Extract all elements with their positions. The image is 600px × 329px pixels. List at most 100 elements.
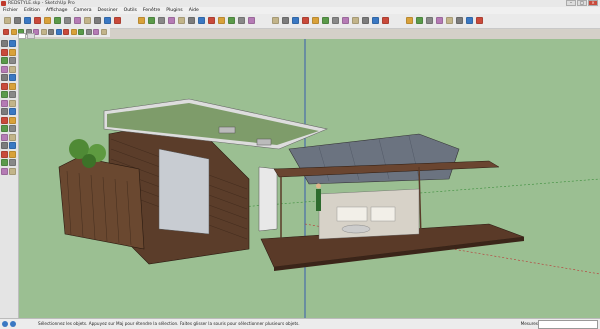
shadow-icon[interactable] — [406, 17, 413, 24]
textured-icon[interactable] — [372, 17, 379, 24]
back-view-icon[interactable] — [312, 17, 319, 24]
text-icon[interactable] — [168, 17, 175, 24]
minimize-button[interactable]: – — [566, 0, 576, 6]
lookaround-icon[interactable] — [78, 29, 84, 35]
sandbox-icon[interactable] — [426, 17, 433, 24]
pan-icon[interactable] — [208, 17, 215, 24]
menu-item-7[interactable]: Plugins — [163, 7, 185, 14]
model-viewport[interactable] — [19, 39, 600, 318]
menu-item-1[interactable]: Edition — [21, 7, 43, 14]
walk-icon[interactable] — [70, 29, 77, 35]
xray-icon[interactable] — [332, 17, 339, 24]
axes-icon[interactable] — [1, 125, 8, 132]
zoom-window-icon[interactable] — [228, 17, 235, 24]
offset-icon[interactable] — [9, 99, 16, 107]
dimension-icon[interactable] — [9, 108, 16, 115]
menu-item-3[interactable]: Camera — [71, 7, 95, 14]
menu-item-4[interactable]: Dessiner — [95, 7, 121, 14]
paint-icon[interactable] — [1, 48, 8, 56]
select-icon[interactable] — [1, 40, 8, 47]
right-view-icon[interactable] — [302, 17, 309, 24]
paint-icon[interactable] — [24, 17, 31, 24]
section-icon[interactable] — [188, 17, 195, 24]
protractor-icon[interactable] — [158, 17, 165, 24]
sun-icon[interactable] — [93, 29, 99, 35]
warehouse-icon[interactable] — [446, 17, 453, 24]
axes-icon[interactable] — [178, 17, 185, 24]
left-view-icon[interactable] — [322, 17, 329, 24]
iso-view-icon[interactable] — [272, 17, 279, 24]
menu-item-0[interactable]: Fichier — [0, 7, 21, 14]
close-button[interactable]: × — [588, 0, 598, 6]
maximize-button[interactable]: □ — [577, 0, 587, 6]
menu-item-8[interactable]: Aide — [186, 7, 202, 14]
position-icon[interactable] — [85, 29, 92, 35]
followme-icon[interactable] — [114, 17, 121, 24]
protractor-icon[interactable] — [1, 116, 8, 124]
zoom-extents-icon[interactable] — [1, 150, 8, 158]
text-icon[interactable] — [9, 116, 16, 124]
layer-icon[interactable] — [466, 17, 473, 24]
camera-icon[interactable] — [63, 29, 69, 35]
pushpull-icon[interactable] — [9, 82, 16, 90]
component-icon[interactable] — [9, 40, 16, 47]
followme-icon[interactable] — [9, 91, 16, 98]
scale-icon[interactable] — [1, 99, 8, 107]
freehand-icon[interactable] — [9, 74, 16, 81]
move-icon[interactable] — [84, 17, 91, 24]
orbit-icon[interactable] — [198, 17, 205, 24]
section-icon[interactable] — [9, 167, 16, 175]
model-info-icon[interactable] — [55, 29, 62, 35]
print-icon[interactable] — [48, 29, 54, 35]
menu-item-2[interactable]: Affichage — [43, 7, 71, 14]
front-view-icon[interactable] — [292, 17, 299, 24]
previous-icon[interactable] — [9, 150, 16, 158]
info-icon[interactable] — [2, 321, 8, 327]
zoom-icon[interactable] — [218, 17, 225, 24]
geo-icon[interactable] — [10, 321, 16, 327]
menu-item-5[interactable]: Outils — [121, 7, 140, 14]
zoom-icon[interactable] — [1, 142, 8, 149]
time-icon[interactable] — [100, 29, 107, 35]
tape-icon[interactable] — [138, 17, 145, 24]
lookaround-icon[interactable] — [1, 167, 8, 175]
undo-icon[interactable] — [3, 29, 9, 35]
position-camera-icon[interactable] — [1, 159, 8, 166]
shaded-icon[interactable] — [362, 17, 369, 24]
menu-item-6[interactable]: Fenêtre — [140, 7, 163, 14]
shape-icon[interactable] — [54, 17, 61, 24]
redo-icon[interactable] — [10, 29, 17, 35]
circle-icon[interactable] — [1, 65, 8, 73]
component-icon[interactable] — [436, 17, 443, 24]
monochrome-icon[interactable] — [382, 17, 389, 24]
select-icon[interactable] — [4, 17, 11, 24]
rectangle-icon[interactable] — [1, 57, 8, 64]
arc-icon[interactable] — [9, 65, 16, 73]
scale-icon[interactable] — [104, 17, 111, 24]
fog-icon[interactable] — [416, 17, 423, 24]
top-view-icon[interactable] — [282, 17, 289, 24]
line-icon[interactable] — [34, 17, 41, 24]
offset-icon[interactable] — [74, 17, 81, 24]
polygon-icon[interactable] — [1, 74, 8, 81]
eraser-icon[interactable] — [14, 17, 21, 24]
previous-icon[interactable] — [248, 17, 255, 24]
walk-icon[interactable] — [9, 159, 16, 166]
pushpull-icon[interactable] — [64, 17, 71, 24]
zoom-window-icon[interactable] — [9, 142, 16, 149]
move-icon[interactable] — [1, 82, 8, 90]
rotate-icon[interactable] — [1, 91, 8, 98]
pan-icon[interactable] — [9, 133, 16, 141]
extension-icon[interactable] — [456, 17, 463, 24]
3dtext-icon[interactable] — [9, 125, 16, 132]
wireframe-icon[interactable] — [342, 17, 349, 24]
tape-icon[interactable] — [1, 108, 8, 115]
orbit-icon[interactable] — [1, 133, 8, 141]
hidden-line-icon[interactable] — [352, 17, 359, 24]
delete-icon[interactable] — [40, 29, 47, 35]
styles-icon[interactable] — [476, 17, 483, 24]
arc-icon[interactable] — [44, 17, 51, 24]
zoom-extents-icon[interactable] — [238, 17, 245, 24]
dimension-icon[interactable] — [148, 17, 155, 24]
line-icon[interactable] — [9, 57, 16, 64]
